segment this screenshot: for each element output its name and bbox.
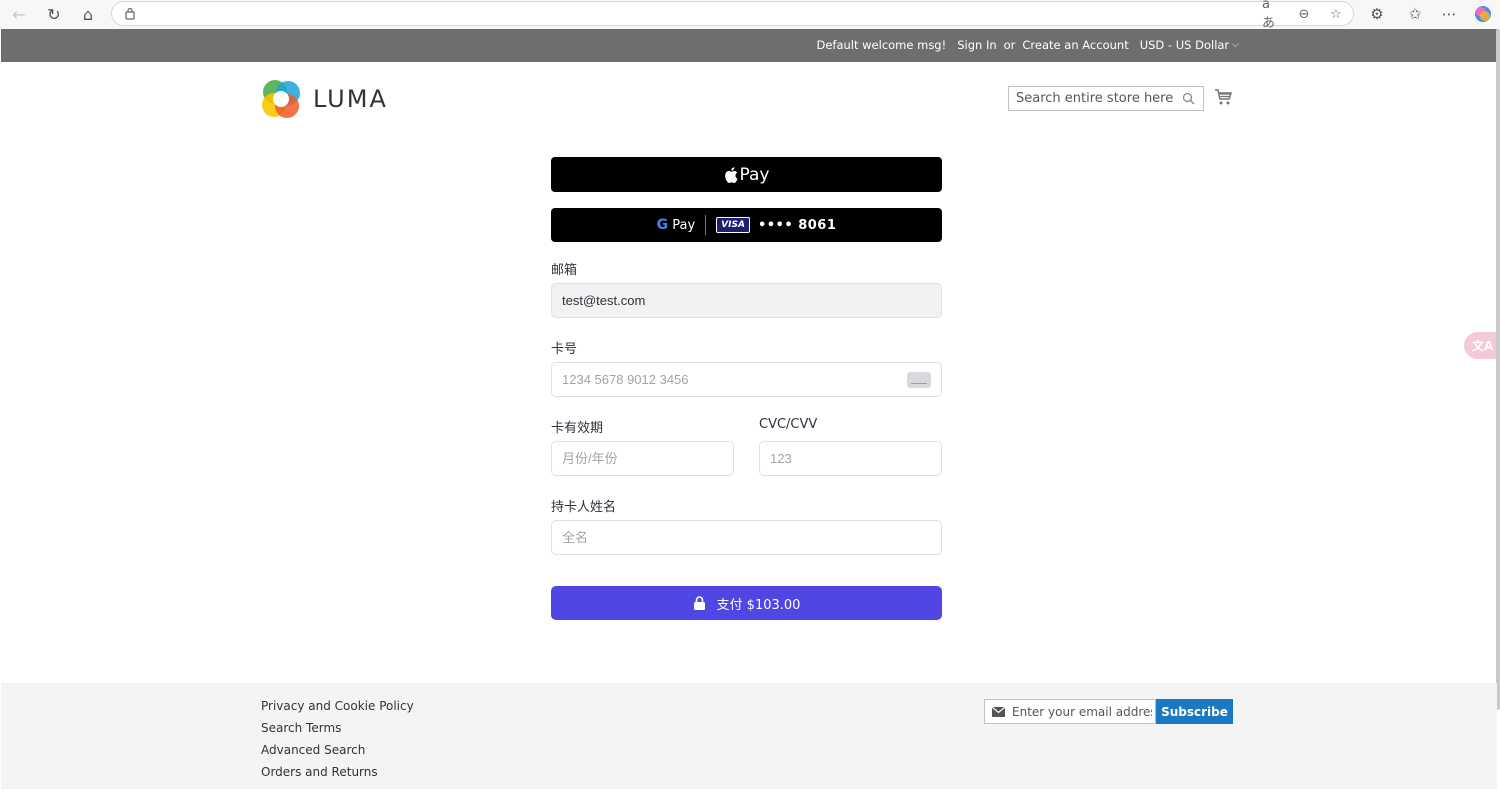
cvc-wrapper <box>759 441 942 476</box>
read-aloud-icon[interactable]: aあ <box>1262 0 1282 31</box>
currency-switcher[interactable]: USD - US Dollar ⌵ <box>1140 38 1239 52</box>
cvc-input[interactable] <box>760 442 941 475</box>
footer: Privacy and Cookie Policy Search Terms A… <box>1 683 1497 789</box>
browser-toolbar: ← ↻ ⌂ aあ ⊖ ☆ ⚙ ✩ ⋯ <box>0 0 1500 31</box>
card-last-digits: •••• 8061 <box>757 217 837 233</box>
translate-icon[interactable]: 文A <box>1464 332 1500 359</box>
cardholder-input[interactable] <box>552 521 941 554</box>
site-logo[interactable]: LUMA <box>261 79 388 119</box>
luma-logo-icon <box>262 80 300 118</box>
newsletter-field <box>984 699 1156 724</box>
mail-icon <box>992 707 1005 717</box>
currency-label: USD - US Dollar <box>1139 38 1230 52</box>
back-icon[interactable]: ← <box>7 3 31 25</box>
address-bar[interactable]: aあ ⊖ ☆ <box>111 0 1354 31</box>
cvc-label: CVC/CVV <box>759 417 818 432</box>
google-pay-button[interactable]: G Pay VISA •••• 8061 <box>551 208 942 242</box>
favorites-icon[interactable]: ✩ <box>1404 3 1426 25</box>
cardholder-label: 持卡人姓名 <box>551 500 617 515</box>
extensions-icon[interactable]: ⚙ <box>1366 3 1388 25</box>
expiry-label: 卡有效期 <box>551 421 604 436</box>
reload-icon[interactable]: ↻ <box>42 3 66 25</box>
card-number-wrapper <box>551 362 942 397</box>
panel-header: Default welcome msg! Sign In or Create a… <box>1 29 1497 62</box>
footer-link-orders-returns[interactable]: Orders and Returns <box>261 765 414 787</box>
pay-button[interactable]: 支付 $103.00 <box>551 586 942 620</box>
or-text: or <box>1003 38 1016 52</box>
visa-card-icon: VISA <box>716 217 750 233</box>
expiry-input[interactable] <box>552 442 733 475</box>
more-tools-icon[interactable]: ⊖ <box>1294 4 1314 24</box>
google-pay-label: Pay <box>672 218 696 233</box>
logo-text: LUMA <box>313 85 388 113</box>
copilot-icon[interactable] <box>1472 3 1494 25</box>
lock-icon <box>125 7 135 20</box>
footer-links: Privacy and Cookie Policy Search Terms A… <box>261 699 414 787</box>
apple-logo-icon <box>724 166 738 183</box>
footer-link-privacy[interactable]: Privacy and Cookie Policy <box>261 699 414 721</box>
google-pay-logo: G Pay <box>657 217 696 233</box>
search-icon[interactable] <box>1182 92 1195 105</box>
scrollbar[interactable] <box>1496 29 1500 710</box>
expiry-wrapper <box>551 441 734 476</box>
lock-icon <box>693 596 705 610</box>
card-number-input[interactable] <box>552 363 941 396</box>
email-field[interactable] <box>552 284 941 317</box>
subscribe-button[interactable]: Subscribe <box>1156 699 1233 724</box>
footer-link-advanced-search[interactable]: Advanced Search <box>261 743 414 765</box>
settings-more-icon[interactable]: ⋯ <box>1438 3 1460 25</box>
create-account-link[interactable]: Create an Account <box>1022 38 1128 52</box>
google-g-icon: G <box>656 217 669 233</box>
apple-pay-label: Pay <box>739 164 770 185</box>
home-icon[interactable]: ⌂ <box>76 3 100 25</box>
email-label: 邮箱 <box>551 263 578 278</box>
cart-icon[interactable] <box>1214 88 1232 106</box>
sign-in-link[interactable]: Sign In <box>957 38 996 52</box>
email-field-wrapper <box>551 283 942 318</box>
cardholder-wrapper <box>551 520 942 555</box>
apple-pay-button[interactable]: Pay <box>551 157 942 192</box>
pay-button-label: 支付 $103.00 <box>716 597 801 613</box>
store-search <box>1008 86 1204 111</box>
chevron-down-icon: ⌵ <box>1232 40 1239 50</box>
search-input[interactable] <box>1009 87 1174 110</box>
newsletter-email-input[interactable] <box>1012 700 1152 723</box>
gpay-divider <box>705 215 707 235</box>
footer-link-search-terms[interactable]: Search Terms <box>261 721 414 743</box>
card-number-label: 卡号 <box>551 342 578 357</box>
credit-card-icon <box>907 372 931 388</box>
welcome-message: Default welcome msg! <box>816 38 947 52</box>
favorite-star-icon[interactable]: ☆ <box>1326 4 1346 24</box>
